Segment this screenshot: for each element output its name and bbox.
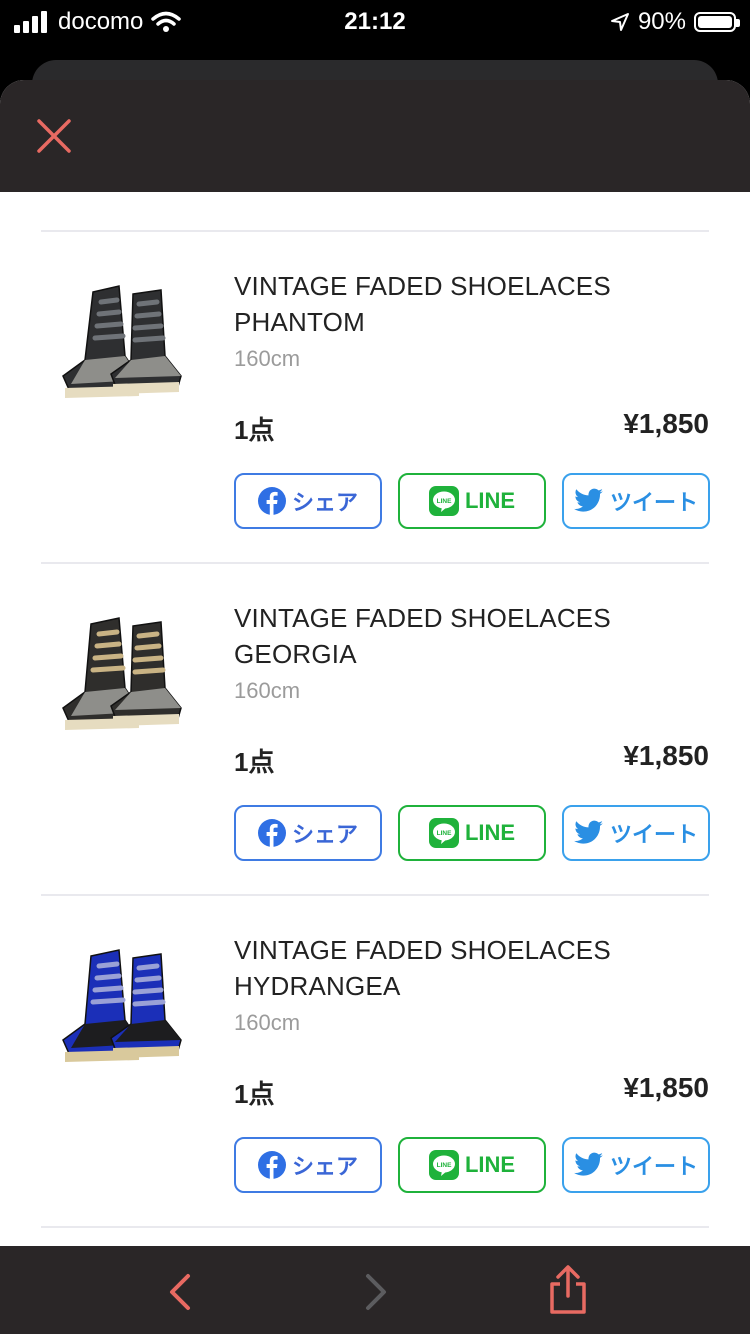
product-title[interactable]: VINTAGE FADED SHOELACES HYDRANGEA [234,932,704,1004]
line-share-button[interactable]: LINE LINE [398,1137,546,1193]
title-line: GEORGIA [234,639,357,669]
facebook-icon [257,487,286,515]
line-label: LINE [464,1152,516,1177]
line-share-button[interactable]: LINE LINE [398,473,546,529]
facebook-icon [257,1151,286,1179]
title-line: PHANTOM [234,307,365,337]
chevron-left-icon [170,1274,190,1310]
facebook-share-button[interactable]: シェア [234,805,382,861]
svg-text:LINE: LINE [437,498,452,505]
twitter-label: ツイート [609,1154,698,1179]
line-share-button[interactable]: LINE LINE [398,805,546,861]
list-item: VINTAGE FADED SHOELACES PHANTOM 160cm 1点… [41,232,710,564]
divider [41,1226,709,1228]
close-icon [37,119,71,153]
product-quantity: 1点 [234,1079,275,1109]
share-buttons: シェア LINE LINE ツイート [234,805,710,861]
twitter-icon [573,488,603,512]
twitter-icon [573,1152,603,1176]
product-title[interactable]: VINTAGE FADED SHOELACES PHANTOM [234,268,704,340]
twitter-label: ツイート [609,822,698,847]
line-label: LINE [464,488,516,513]
forward-button[interactable] [352,1270,396,1314]
twitter-share-button[interactable]: ツイート [562,473,710,529]
share-icon [550,1265,586,1314]
line-icon: LINE [428,486,459,516]
product-title[interactable]: VINTAGE FADED SHOELACES GEORGIA [234,600,704,672]
svg-text:LINE: LINE [437,830,452,837]
product-image[interactable] [41,604,201,744]
facebook-share-button[interactable]: シェア [234,473,382,529]
location-arrow-icon [610,13,629,31]
product-image[interactable] [41,936,201,1076]
twitter-icon [573,820,603,844]
browser-toolbar [0,1246,750,1334]
twitter-label: ツイート [609,490,698,515]
facebook-label: シェア [291,1154,358,1179]
product-price: ¥1,850 [623,740,709,771]
svg-text:LINE: LINE [437,1162,452,1169]
share-buttons: シェア LINE LINE ツイート [234,1137,710,1193]
title-line: VINTAGE FADED SHOELACES [234,935,611,965]
line-icon: LINE [428,818,459,848]
facebook-share-button[interactable]: シェア [234,1137,382,1193]
line-icon: LINE [428,1150,459,1180]
share-button[interactable] [544,1264,592,1316]
battery-icon [694,12,740,32]
facebook-icon [257,819,286,847]
share-buttons: シェア LINE LINE ツイート [234,473,710,529]
facebook-label: シェア [291,822,358,847]
product-price: ¥1,850 [623,408,709,439]
title-line: VINTAGE FADED SHOELACES [234,603,611,633]
title-line: VINTAGE FADED SHOELACES [234,271,611,301]
list-item: VINTAGE FADED SHOELACES HYDRANGEA 160cm … [41,896,710,1228]
list-item: VINTAGE FADED SHOELACES GEORGIA 160cm 1点… [41,564,710,896]
title-line: HYDRANGEA [234,971,401,1001]
twitter-share-button[interactable]: ツイート [562,805,710,861]
product-price: ¥1,850 [623,1072,709,1103]
product-quantity: 1点 [234,747,275,777]
back-button[interactable] [160,1270,204,1314]
product-size: 160cm [234,346,301,371]
battery-percent: 90% [637,8,686,35]
twitter-share-button[interactable]: ツイート [562,1137,710,1193]
status-right: 90% [610,8,740,36]
modal-sheet: VINTAGE FADED SHOELACES PHANTOM 160cm 1点… [0,80,750,1246]
product-quantity: 1点 [234,415,275,445]
product-image[interactable] [41,272,201,412]
product-size: 160cm [234,1010,301,1035]
close-button[interactable] [34,116,74,156]
line-label: LINE [464,820,516,845]
facebook-label: シェア [291,490,358,515]
status-bar: docomo 21:12 90% [0,0,750,44]
cart-list: VINTAGE FADED SHOELACES PHANTOM 160cm 1点… [0,192,750,1246]
chevron-right-icon [366,1274,386,1310]
product-size: 160cm [234,678,301,703]
sheet-header [0,80,750,192]
